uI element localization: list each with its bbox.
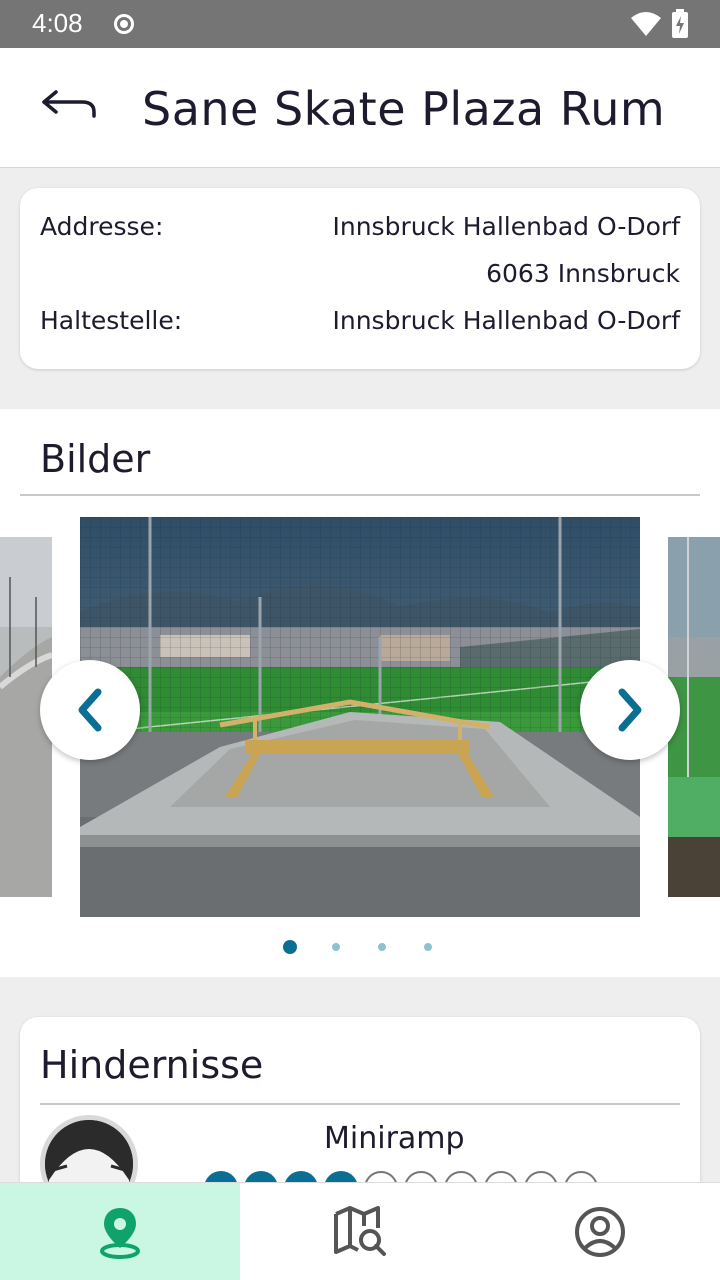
carousel-dot-3[interactable] (378, 943, 386, 951)
obstacles-title: Hindernisse (40, 1043, 264, 1087)
address-line-2: 6063 Innsbruck (486, 259, 680, 288)
stop-value: Innsbruck Hallenbad O-Dorf (332, 306, 680, 335)
gallery-section: Bilder (0, 409, 720, 977)
stop-label: Haltestelle: (40, 306, 183, 335)
bottom-navigation (0, 1182, 720, 1280)
map-search-icon (334, 1206, 386, 1256)
carousel-dot-2[interactable] (332, 943, 340, 951)
app-bar: Sane Skate Plaza Rum (0, 48, 720, 168)
obstacle-name: Miniramp (324, 1121, 465, 1156)
nav-item-profile[interactable] (480, 1183, 720, 1280)
back-arrow-icon (42, 90, 96, 118)
account-icon (575, 1207, 625, 1257)
battery-charging-icon (672, 9, 688, 38)
gallery-title: Bilder (40, 437, 151, 481)
status-time: 4:08 (32, 8, 83, 38)
carousel-prev-button[interactable] (40, 660, 140, 760)
chevron-left-icon (78, 688, 102, 732)
address-card: Addresse: Innsbruck Hallenbad O-Dorf 606… (20, 188, 700, 369)
carousel-dot-4[interactable] (424, 943, 432, 951)
gallery-image-main[interactable] (80, 517, 640, 917)
carousel-dot-1[interactable] (283, 940, 297, 954)
back-button[interactable] (38, 86, 102, 130)
gallery-divider (20, 494, 700, 496)
wifi-icon (631, 12, 661, 36)
page-title: Sane Skate Plaza Rum (142, 82, 666, 136)
chevron-right-icon (618, 688, 642, 732)
carousel-indicator (0, 939, 720, 955)
obstacles-divider (40, 1103, 680, 1105)
address-label: Addresse: (40, 212, 164, 241)
carousel-next-button[interactable] (580, 660, 680, 760)
nav-item-map[interactable] (240, 1183, 480, 1280)
status-bar: 4:08 (0, 0, 720, 48)
location-pin-icon (100, 1208, 140, 1259)
notification-dot-icon (114, 14, 134, 34)
nav-item-locations[interactable] (0, 1183, 240, 1280)
address-line-1: Innsbruck Hallenbad O-Dorf (332, 212, 680, 241)
